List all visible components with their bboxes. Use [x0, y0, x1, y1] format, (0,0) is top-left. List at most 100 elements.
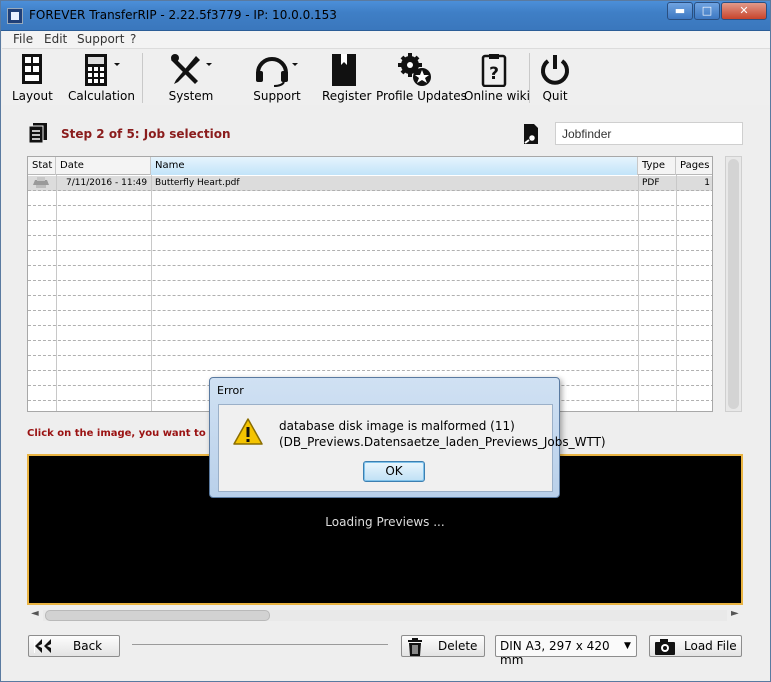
double-chevron-left-icon: [32, 639, 54, 656]
column-header-name[interactable]: Name: [151, 157, 638, 175]
table-cell-pages: 1: [704, 178, 710, 188]
column-header-date[interactable]: Date: [56, 157, 151, 175]
edit-hint: Click on the image, you want to edit: [27, 428, 232, 439]
book-icon: [322, 53, 366, 87]
title-bar[interactable]: FOREVER TransferRIP - 2.22.5f3779 - IP: …: [1, 1, 770, 31]
menu-file[interactable]: File: [13, 32, 33, 46]
main-window: FOREVER TransferRIP - 2.22.5f3779 - IP: …: [0, 0, 771, 682]
paper-size-select[interactable]: DIN A3, 297 x 420 mm ▼: [495, 635, 637, 667]
table-header: Stat Date Name Type Pages: [28, 157, 712, 175]
table-row[interactable]: [28, 266, 712, 281]
window-title: FOREVER TransferRIP - 2.22.5f3779 - IP: …: [29, 8, 337, 22]
app-icon: [7, 8, 23, 24]
toolbar-calculation[interactable]: Calculation: [68, 53, 135, 103]
table-row[interactable]: [28, 281, 712, 296]
column-divider: [638, 175, 639, 411]
headset-icon: [252, 53, 302, 87]
toolbar-system[interactable]: System: [166, 53, 216, 103]
table-row[interactable]: [28, 221, 712, 236]
warning-icon: [232, 417, 264, 447]
error-message-line2: (DB_Previews.Datensaetze_laden_Previews_…: [279, 435, 606, 449]
toolbar-profile-updates-label: Profile Updates: [376, 89, 467, 103]
table-vertical-scrollbar[interactable]: [725, 156, 742, 412]
jobfinder-input[interactable]: Jobfinder: [555, 122, 743, 145]
menu-edit[interactable]: Edit: [44, 32, 67, 46]
calculator-icon: [68, 53, 128, 87]
error-dialog: Error database disk image is malformed (…: [209, 377, 606, 498]
camera-icon: [654, 638, 676, 659]
ok-button[interactable]: OK: [363, 461, 425, 482]
toolbar-quit-label: Quit: [542, 89, 568, 103]
toolbar-calculation-label: Calculation: [68, 89, 135, 103]
footer-divider: [132, 644, 388, 645]
load-file-label: Load File: [684, 639, 737, 653]
document-stack-icon: [28, 122, 48, 144]
step-title: Step 2 of 5: Job selection: [61, 127, 231, 141]
table-cell-type: PDF: [642, 178, 660, 188]
back-button[interactable]: Back: [28, 635, 120, 657]
power-icon: [537, 53, 573, 87]
scroll-left-arrow-icon[interactable]: ◄: [31, 608, 39, 619]
scroll-right-arrow-icon[interactable]: ►: [731, 608, 739, 619]
load-file-button[interactable]: Load File: [649, 635, 742, 657]
table-row[interactable]: [28, 326, 712, 341]
table-row[interactable]: [28, 206, 712, 221]
close-button[interactable]: ✕: [721, 2, 767, 20]
delete-button[interactable]: Delete: [401, 635, 485, 657]
toolbar-support[interactable]: Support: [252, 53, 302, 103]
gears-icon: [376, 53, 454, 87]
table-row[interactable]: [28, 341, 712, 356]
svg-text:?: ?: [489, 64, 499, 84]
menu-support[interactable]: Support: [77, 32, 124, 46]
document-search-icon: [521, 123, 541, 145]
table-row[interactable]: [28, 191, 712, 206]
dialog-title: Error: [217, 384, 244, 397]
scrollbar-thumb[interactable]: [728, 159, 739, 409]
preview-horizontal-scrollbar[interactable]: ◄ ►: [27, 607, 743, 624]
delete-label: Delete: [438, 639, 478, 653]
clipboard-question-icon: ?: [464, 53, 524, 88]
toolbar-separator: [142, 53, 143, 103]
toolbar-profile-updates[interactable]: Profile Updates: [376, 53, 467, 103]
toolbar-layout-label: Layout: [12, 89, 53, 103]
table-row[interactable]: [28, 311, 712, 326]
job-table: Stat Date Name Type Pages 7/11/2016 - 11…: [27, 156, 713, 412]
toolbar-register[interactable]: Register: [322, 53, 372, 103]
column-header-type[interactable]: Type: [638, 157, 676, 175]
table-row[interactable]: 7/11/2016 - 11:49 Butterfly Heart.pdf PD…: [28, 176, 712, 191]
minimize-button[interactable]: ▬: [667, 2, 693, 20]
layout-icon: [12, 53, 52, 87]
scrollbar-thumb[interactable]: [45, 610, 270, 621]
table-row[interactable]: [28, 296, 712, 311]
toolbar-quit[interactable]: Quit: [537, 53, 573, 103]
toolbar-support-label: Support: [253, 89, 301, 103]
table-cell-name: Butterfly Heart.pdf: [155, 178, 240, 188]
toolbar-register-label: Register: [322, 89, 372, 103]
table-cell-date: 7/11/2016 - 11:49: [66, 178, 148, 188]
menu-help[interactable]: ?: [130, 32, 136, 46]
table-row[interactable]: [28, 356, 712, 371]
tools-icon: [166, 53, 216, 87]
table-row[interactable]: [28, 251, 712, 266]
toolbar-layout[interactable]: Layout: [12, 53, 53, 103]
maximize-button[interactable]: □: [694, 2, 720, 20]
table-row[interactable]: [28, 236, 712, 251]
column-divider: [676, 175, 677, 411]
printer-icon: [32, 176, 54, 191]
preview-status: Loading Previews ...: [325, 515, 445, 529]
trash-icon: [406, 637, 424, 660]
column-header-pages[interactable]: Pages: [676, 157, 712, 175]
column-header-stat[interactable]: Stat: [28, 157, 56, 175]
toolbar-system-label: System: [168, 89, 214, 103]
toolbar-online-wiki-label: Online wiki: [464, 89, 530, 103]
error-message-line1: database disk image is malformed (11): [279, 419, 515, 433]
column-divider: [151, 175, 152, 411]
toolbar: Layout Calculation System Support Regist…: [2, 49, 770, 105]
paper-size-value: DIN A3, 297 x 420 mm: [500, 639, 610, 667]
chevron-down-icon: ▼: [624, 641, 631, 651]
back-label: Back: [73, 639, 103, 653]
column-divider: [56, 175, 57, 411]
toolbar-online-wiki[interactable]: ? Online wiki: [464, 53, 530, 103]
toolbar-separator: [529, 53, 530, 103]
dialog-body: database disk image is malformed (11) (D…: [218, 404, 606, 492]
